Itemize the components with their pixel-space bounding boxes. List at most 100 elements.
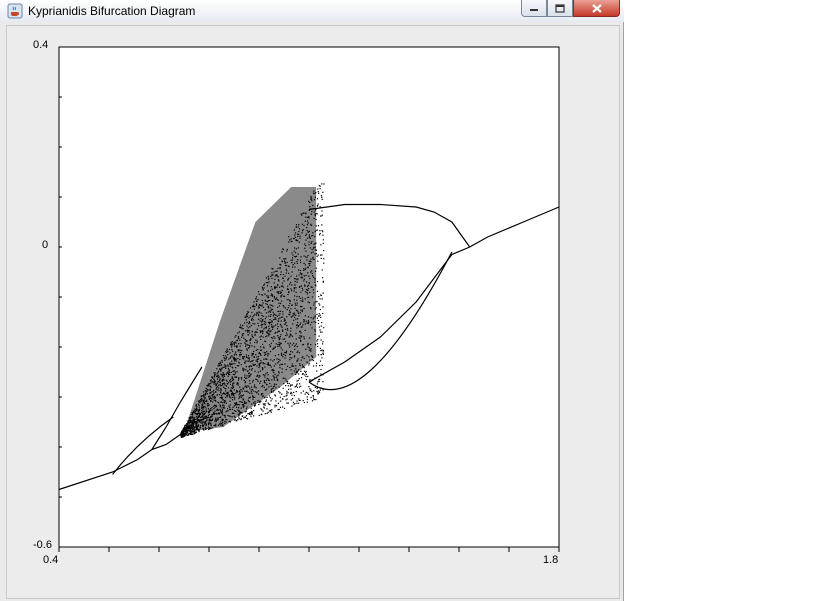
chaos-point: [232, 370, 234, 372]
chaos-point: [209, 397, 211, 400]
chaos-point: [200, 425, 202, 427]
chaos-point: [266, 412, 268, 414]
chaos-point: [266, 295, 268, 297]
chaos-point: [270, 359, 272, 361]
chaos-point: [195, 424, 198, 426]
minimize-button[interactable]: [521, 0, 547, 17]
chaos-point: [293, 229, 295, 231]
chaos-point: [218, 394, 220, 396]
chaos-point: [278, 361, 280, 363]
chaos-point: [263, 351, 265, 354]
maximize-button[interactable]: [547, 0, 573, 17]
close-button[interactable]: [573, 0, 620, 17]
chaos-point: [311, 211, 313, 213]
chaos-point: [307, 296, 309, 299]
chaos-point: [235, 360, 237, 362]
chaos-point: [272, 268, 274, 270]
chaos-point: [282, 304, 284, 307]
chaos-point: [301, 335, 303, 337]
chaos-point: [229, 415, 231, 417]
chaos-point: [305, 233, 308, 235]
chaos-point: [260, 338, 262, 340]
chaos-point: [296, 324, 298, 326]
chaos-point: [268, 395, 271, 397]
chaos-point: [229, 406, 231, 409]
chaos-point: [312, 317, 315, 319]
chaos-point: [282, 313, 284, 315]
chaos-point: [286, 402, 288, 404]
chaos-point: [301, 223, 303, 225]
chaos-point: [316, 387, 318, 389]
chaos-point: [231, 392, 233, 394]
chaos-point: [262, 332, 264, 335]
chaos-point: [247, 329, 249, 332]
chaos-point: [308, 302, 311, 304]
title-bar[interactable]: Kyprianidis Bifurcation Diagram: [0, 0, 624, 22]
chaos-point: [309, 359, 311, 361]
chaos-point: [236, 339, 238, 341]
chaos-point: [246, 321, 248, 324]
chaos-point: [315, 253, 317, 255]
chaos-point: [262, 385, 264, 387]
chaos-point: [256, 356, 258, 358]
chaos-point: [277, 408, 279, 411]
chaos-point: [295, 368, 297, 370]
chaos-point: [305, 375, 307, 378]
chaos-point: [315, 249, 317, 251]
chaos-point: [225, 402, 227, 404]
chaos-point: [305, 378, 307, 381]
chaos-point: [283, 320, 285, 322]
chaos-point: [260, 408, 262, 410]
chaos-point: [316, 340, 318, 342]
chaos-point: [288, 336, 290, 338]
chaos-point: [215, 425, 217, 427]
chaos-point: [238, 396, 241, 398]
chaos-point: [224, 359, 226, 361]
chaos-point: [309, 201, 311, 204]
chaos-point: [232, 373, 234, 375]
chaos-point: [187, 420, 189, 422]
chaos-point: [239, 355, 241, 357]
chaos-point: [211, 398, 213, 400]
chaos-point: [219, 362, 221, 364]
chaos-point: [315, 344, 317, 346]
chaos-point: [294, 348, 296, 350]
chaos-point: [273, 385, 275, 387]
chaos-point: [224, 355, 227, 357]
chaos-point: [319, 389, 321, 391]
chaos-point: [246, 417, 248, 420]
chaos-point: [258, 414, 260, 417]
chaos-point: [246, 406, 248, 408]
chaos-point: [271, 294, 273, 296]
chaos-point: [217, 374, 219, 376]
chaos-point: [279, 291, 281, 293]
chaos-point: [283, 295, 285, 297]
chaos-point: [218, 387, 220, 389]
chaos-point: [281, 352, 283, 354]
chaos-point: [310, 396, 312, 399]
chaos-point: [269, 364, 271, 366]
chaos-point: [203, 428, 205, 430]
chaos-point: [220, 410, 222, 412]
chaos-point: [294, 344, 296, 346]
chaos-point: [318, 335, 320, 337]
chaos-point: [265, 281, 267, 284]
chaos-point: [265, 400, 267, 402]
java-cup-icon[interactable]: [7, 3, 23, 19]
chaos-point: [251, 335, 253, 337]
chaos-point: [241, 390, 243, 392]
chaos-point: [313, 321, 315, 323]
chaos-point: [306, 230, 308, 232]
chaos-point: [291, 271, 293, 273]
chaos-point: [284, 261, 286, 263]
chaos-point: [265, 277, 267, 279]
chaos-point: [318, 185, 320, 187]
chaos-point: [240, 364, 242, 366]
chaos-point: [323, 327, 325, 329]
chaos-point: [295, 291, 297, 293]
chaos-point: [223, 405, 225, 407]
chaos-point: [244, 403, 246, 405]
chaos-point: [265, 300, 267, 302]
chaos-point: [277, 335, 279, 337]
chaos-point: [265, 353, 267, 355]
